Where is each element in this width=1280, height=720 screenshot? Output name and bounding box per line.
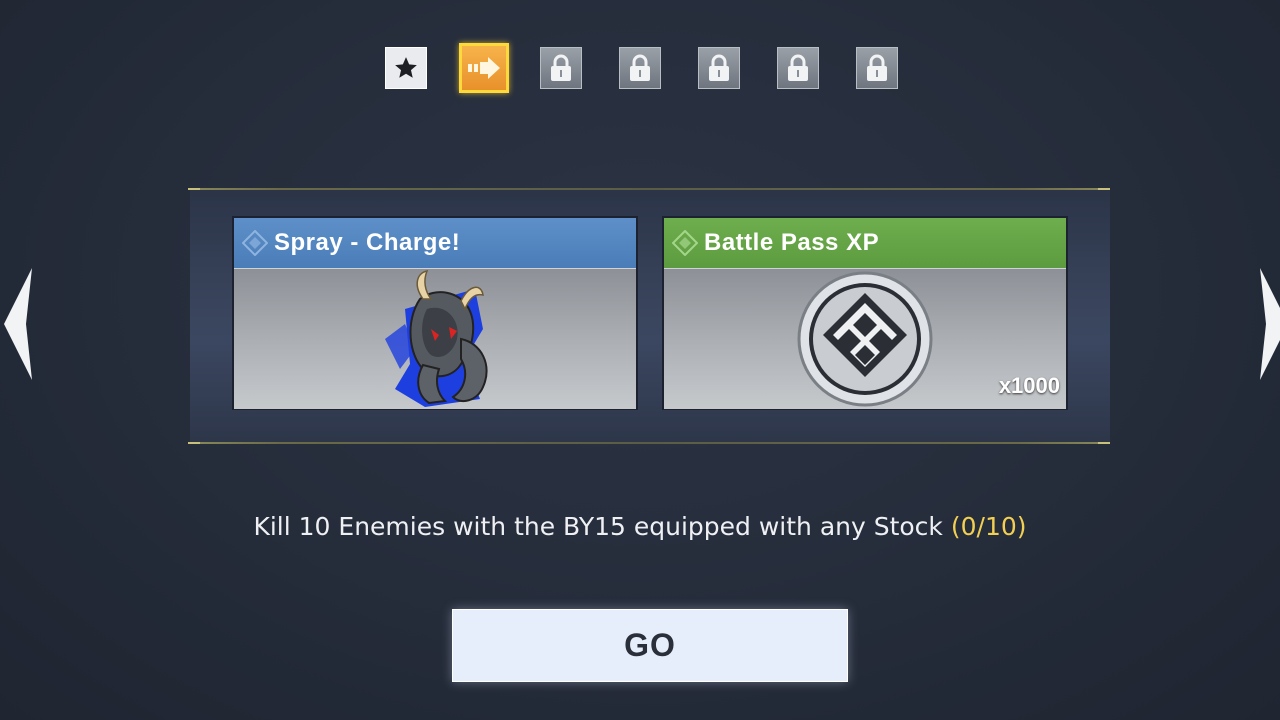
reward-image-area: x1000 bbox=[664, 268, 1066, 409]
reward-card-header: Battle Pass XP bbox=[664, 218, 1066, 268]
mission-screen: Spray - Charge! Battle Pass XP x1000 Kil… bbox=[0, 0, 1280, 720]
rarity-diamond-icon bbox=[242, 230, 268, 256]
reward-card-battle-pass-xp[interactable]: Battle Pass XP x1000 bbox=[662, 216, 1068, 410]
step-tab-6[interactable] bbox=[777, 47, 819, 89]
step-tab-5[interactable] bbox=[698, 47, 740, 89]
reward-card-header: Spray - Charge! bbox=[234, 218, 636, 268]
chevron-left-icon[interactable] bbox=[0, 262, 40, 386]
mission-steps bbox=[0, 43, 1280, 95]
lock-icon bbox=[867, 54, 887, 81]
lock-icon bbox=[630, 54, 650, 81]
mission-description: Kill 10 Enemies with the BY15 equipped w… bbox=[0, 512, 1280, 541]
lock-icon bbox=[551, 54, 571, 81]
step-tab-1[interactable] bbox=[385, 47, 427, 89]
step-tab-7[interactable] bbox=[856, 47, 898, 89]
chevron-right-icon[interactable] bbox=[1252, 262, 1280, 386]
star-icon bbox=[395, 57, 417, 78]
mission-progress: (0/10) bbox=[950, 512, 1027, 541]
step-tab-4[interactable] bbox=[619, 47, 661, 89]
lock-icon bbox=[709, 54, 729, 81]
reward-quantity: x1000 bbox=[998, 373, 1060, 398]
band-divider-top bbox=[188, 188, 1110, 190]
go-button[interactable]: GO bbox=[452, 609, 848, 682]
lock-icon bbox=[788, 54, 808, 81]
mission-text: Kill 10 Enemies with the BY15 equipped w… bbox=[253, 512, 943, 541]
step-tab-3[interactable] bbox=[540, 47, 582, 89]
ram-spray-image bbox=[385, 269, 488, 407]
reward-card-spray[interactable]: Spray - Charge! bbox=[232, 216, 638, 410]
rarity-diamond-icon bbox=[672, 230, 698, 256]
reward-title: Spray - Charge! bbox=[274, 229, 461, 256]
step-tab-2[interactable] bbox=[459, 43, 509, 93]
arrow-right-icon bbox=[468, 57, 500, 79]
battle-pass-xp-emblem bbox=[797, 271, 933, 407]
band-divider-bottom bbox=[188, 442, 1110, 444]
go-button-label: GO bbox=[624, 627, 676, 663]
reward-title: Battle Pass XP bbox=[704, 229, 880, 256]
reward-image-area bbox=[234, 268, 636, 409]
